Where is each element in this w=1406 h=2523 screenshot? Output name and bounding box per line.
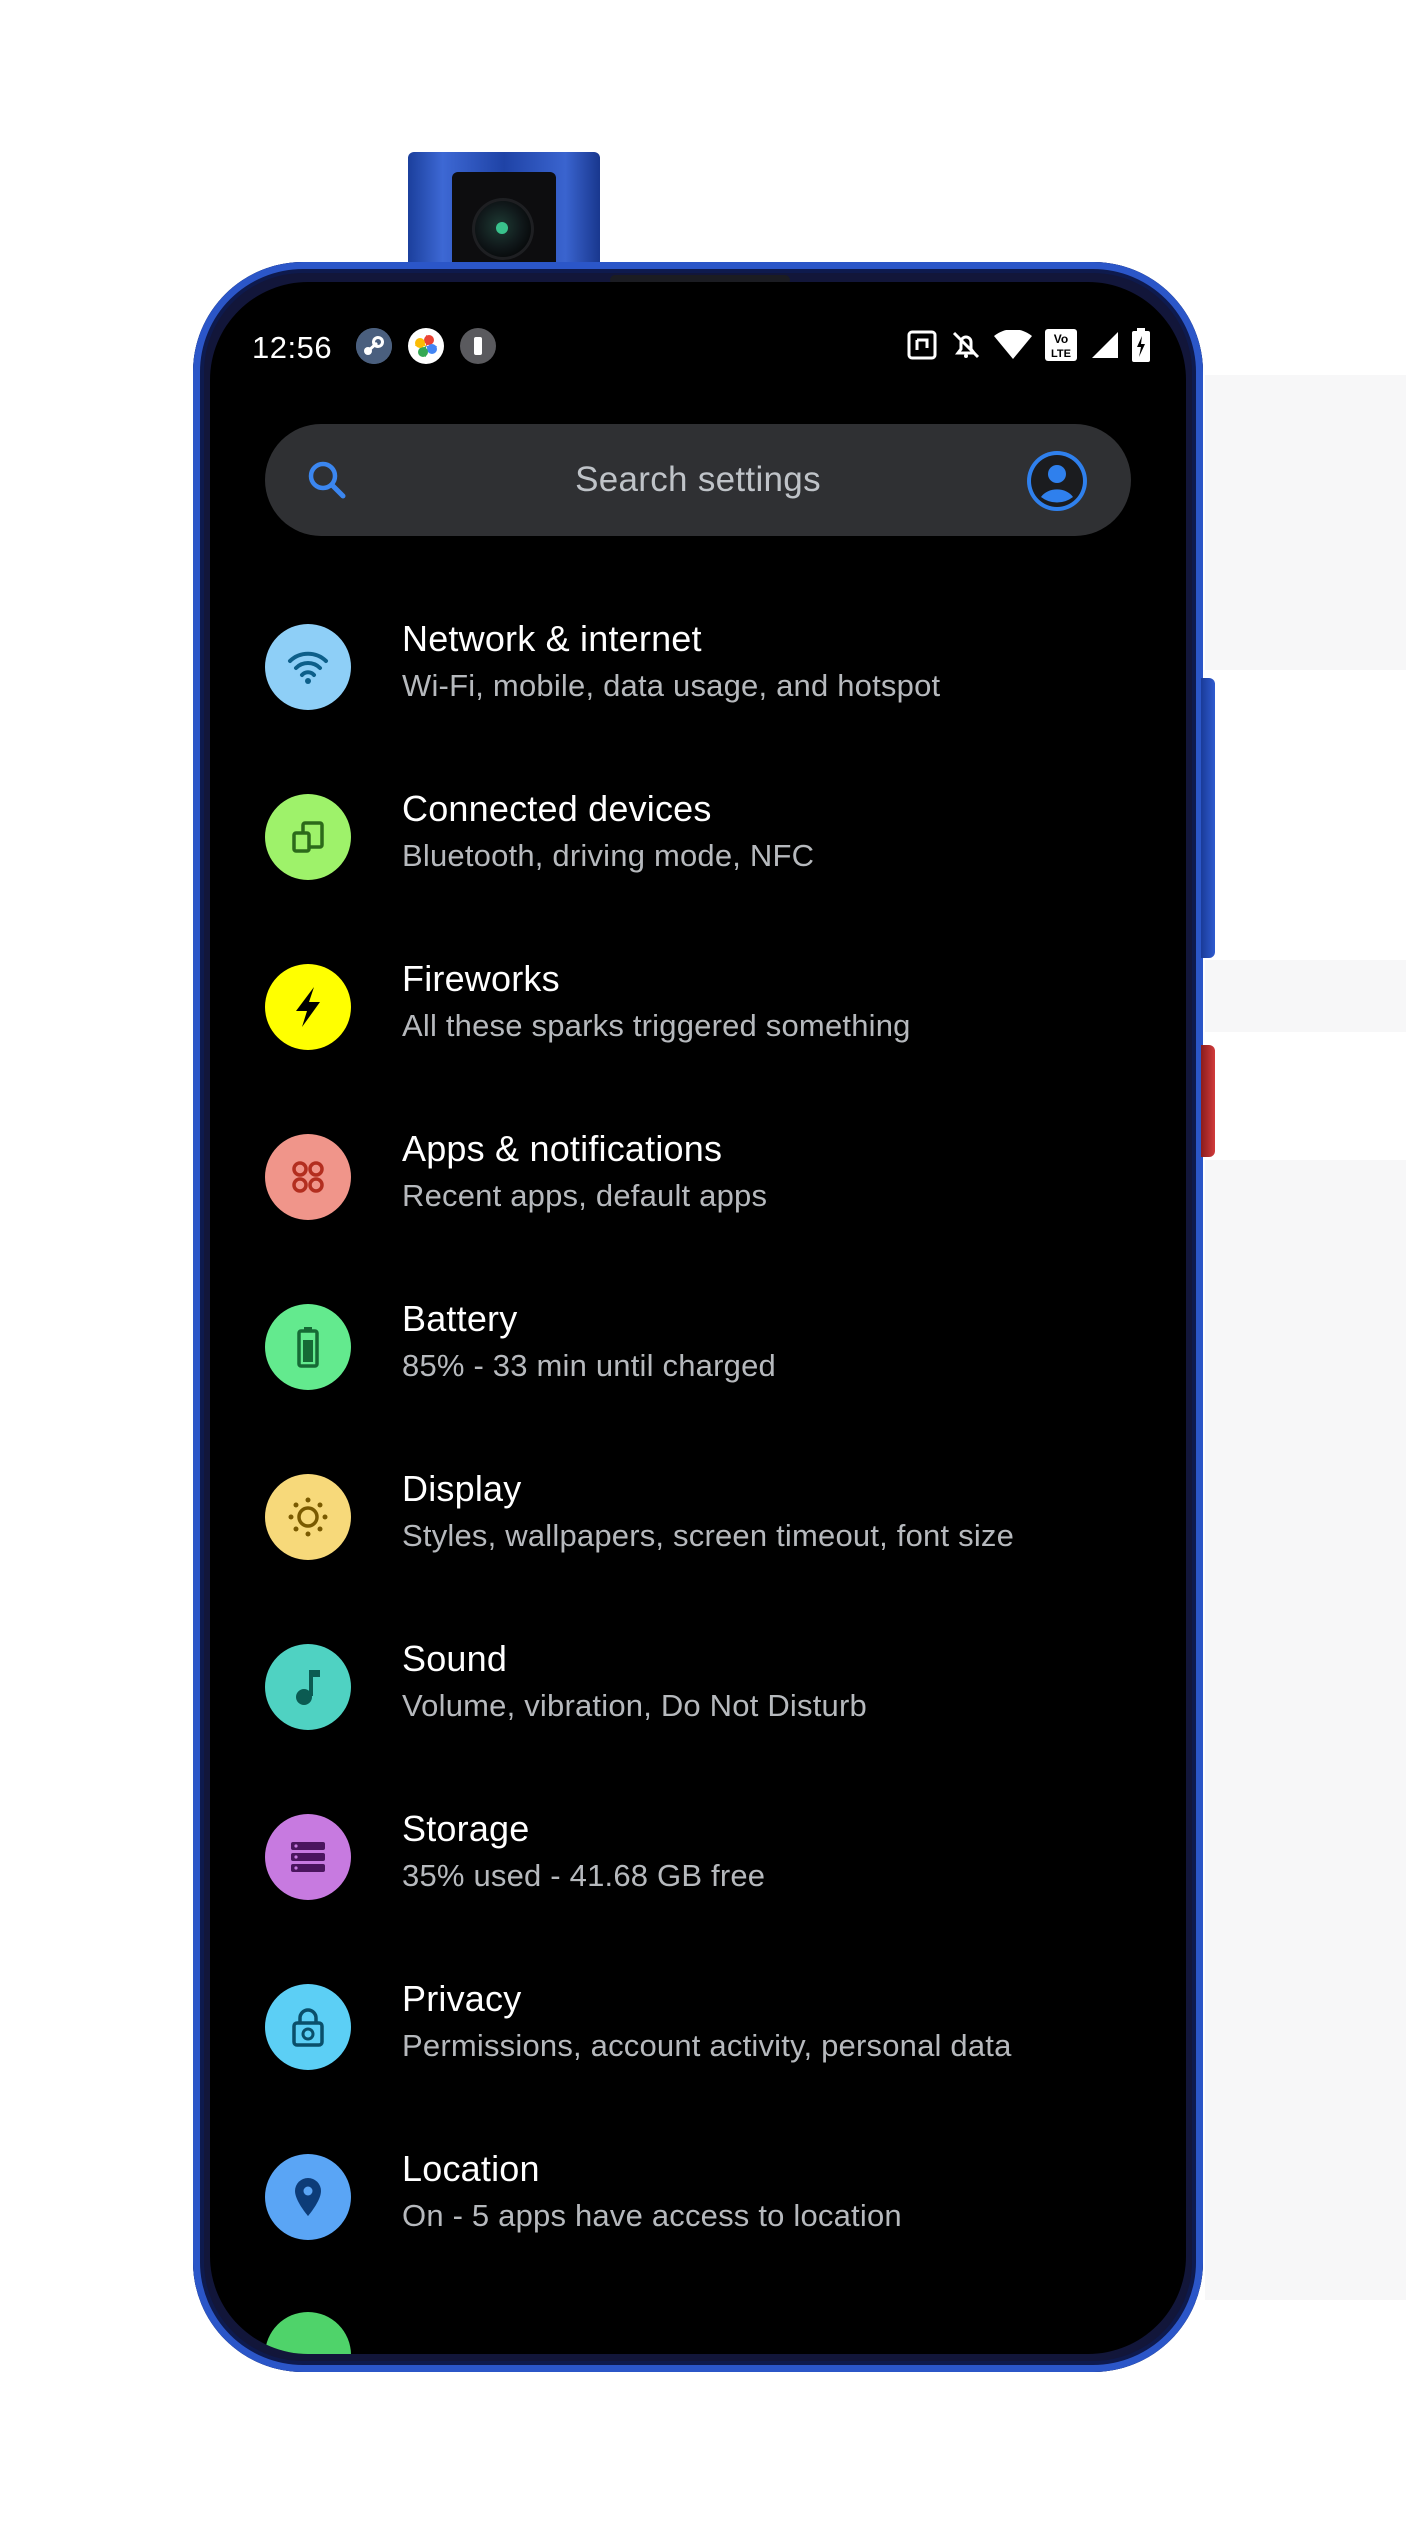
item-title: Network & internet	[402, 618, 702, 659]
wifi-icon	[994, 326, 1032, 364]
battery-charging-icon	[1132, 326, 1150, 364]
svg-text:Vo: Vo	[1054, 332, 1068, 346]
item-title: Connected devices	[402, 788, 712, 829]
item-subtitle: Volume, vibration, Do Not Disturb	[402, 1688, 867, 1723]
storage-icon	[265, 1814, 351, 1900]
settings-item-display[interactable]: Display Styles, wallpapers, screen timeo…	[210, 1432, 1186, 1602]
item-subtitle: Recent apps, default apps	[402, 1178, 768, 1213]
wifi-icon	[265, 624, 351, 710]
settings-item-privacy[interactable]: Privacy Permissions, account activity, p…	[210, 1942, 1186, 2112]
steam-icon	[356, 328, 392, 364]
settings-item-battery[interactable]: Battery 85% - 33 min until charged	[210, 1262, 1186, 1432]
background-panel	[1205, 1160, 1406, 2300]
battery-icon	[265, 1304, 351, 1390]
camera-lens-icon	[472, 198, 534, 260]
item-title: Display	[402, 1468, 522, 1509]
item-subtitle: All these sparks triggered something	[402, 1008, 911, 1043]
search-bar[interactable]: Search settings	[265, 424, 1131, 536]
item-title: Sound	[402, 1638, 508, 1679]
nfc-icon	[906, 326, 938, 364]
devices-icon	[265, 794, 351, 880]
lightning-icon	[265, 964, 351, 1050]
battery-saver-icon	[460, 328, 496, 364]
settings-item-fireworks[interactable]: Fireworks All these sparks triggered som…	[210, 922, 1186, 1092]
settings-item-storage[interactable]: Storage 35% used - 41.68 GB free	[210, 1772, 1186, 1942]
item-title: Storage	[402, 1808, 530, 1849]
status-time: 12:56	[252, 330, 333, 365]
google-photos-icon	[408, 328, 444, 364]
status-bar: 12:56 Vo LTE	[210, 282, 1186, 402]
item-subtitle: Styles, wallpapers, screen timeout, font…	[402, 1518, 1015, 1553]
background-panel	[1205, 960, 1406, 1032]
apps-icon	[265, 1134, 351, 1220]
volume-button	[1201, 678, 1215, 958]
item-title: Privacy	[402, 1978, 522, 2019]
notification-icons	[356, 328, 496, 364]
item-title: Fireworks	[402, 958, 560, 999]
signal-icon	[1090, 326, 1120, 364]
settings-item-partial-icon	[265, 2312, 351, 2354]
settings-item-sound[interactable]: Sound Volume, vibration, Do Not Disturb	[210, 1602, 1186, 1772]
silent-mode-icon	[950, 326, 982, 364]
item-title: Apps & notifications	[402, 1128, 723, 1169]
item-subtitle: Wi-Fi, mobile, data usage, and hotspot	[402, 668, 941, 703]
item-subtitle: On - 5 apps have access to location	[402, 2198, 902, 2233]
search-placeholder: Search settings	[575, 460, 821, 499]
account-avatar-icon[interactable]	[1025, 449, 1089, 518]
volte-icon: Vo LTE	[1044, 326, 1078, 364]
brightness-icon	[265, 1474, 351, 1560]
item-subtitle: Permissions, account activity, personal …	[402, 2028, 1012, 2063]
music-note-icon	[265, 1644, 351, 1730]
settings-item-network[interactable]: Network & internet Wi-Fi, mobile, data u…	[210, 582, 1186, 752]
item-subtitle: Bluetooth, driving mode, NFC	[402, 838, 815, 873]
privacy-icon	[265, 1984, 351, 2070]
phone-screen: 12:56 Vo LTE Search settings Network & i…	[210, 282, 1186, 2354]
item-title: Location	[402, 2148, 540, 2189]
location-pin-icon	[265, 2154, 351, 2240]
system-status-icons: Vo LTE	[906, 326, 1150, 364]
settings-item-connected-devices[interactable]: Connected devices Bluetooth, driving mod…	[210, 752, 1186, 922]
item-subtitle: 35% used - 41.68 GB free	[402, 1858, 766, 1893]
item-title: Battery	[402, 1298, 518, 1339]
item-subtitle: 85% - 33 min until charged	[402, 1348, 776, 1383]
svg-text:LTE: LTE	[1051, 348, 1071, 360]
settings-item-location[interactable]: Location On - 5 apps have access to loca…	[210, 2112, 1186, 2282]
settings-item-apps-notifications[interactable]: Apps & notifications Recent apps, defaul…	[210, 1092, 1186, 1262]
background-panel	[1205, 375, 1406, 670]
alert-slider-button	[1201, 1045, 1215, 1157]
